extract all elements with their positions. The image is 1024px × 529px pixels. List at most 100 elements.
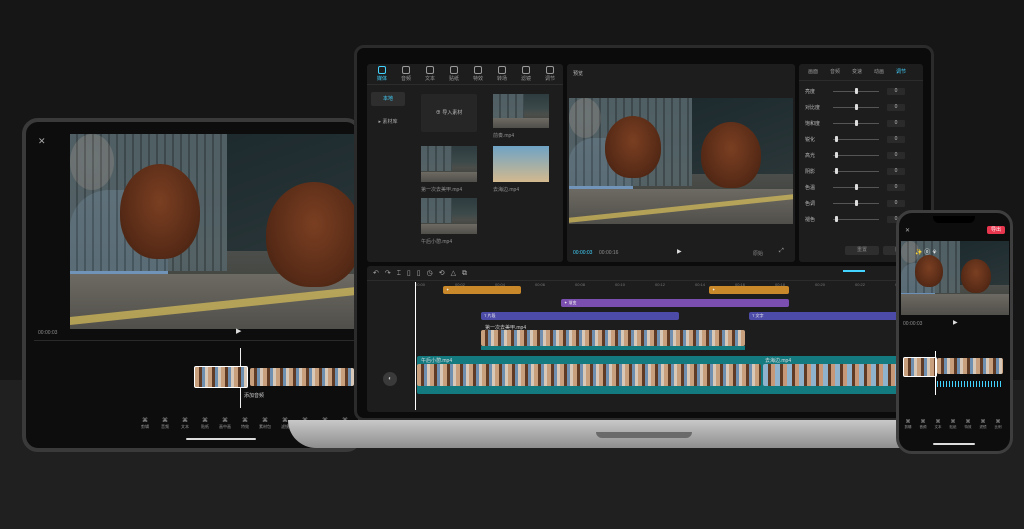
export-button[interactable]: 导出 bbox=[987, 226, 1005, 234]
phone-selected-clip[interactable] bbox=[903, 357, 937, 377]
adjust-label: 褪色 bbox=[805, 217, 816, 223]
adjust-value[interactable]: 0 bbox=[887, 104, 905, 111]
selected-clip[interactable] bbox=[194, 366, 248, 388]
adjust-value[interactable]: 0 bbox=[887, 168, 905, 175]
tab-icon bbox=[546, 66, 554, 74]
media-thumb-4[interactable] bbox=[421, 198, 477, 234]
tool-label: 音频 bbox=[919, 425, 927, 429]
ratio-select[interactable]: 原始 bbox=[753, 250, 763, 257]
slider-knob[interactable] bbox=[855, 184, 858, 190]
cover-icon[interactable]: ◐ bbox=[383, 372, 397, 386]
tab-icon bbox=[402, 66, 410, 74]
adjust-value[interactable]: 0 bbox=[887, 200, 905, 207]
clip-strip[interactable] bbox=[250, 368, 354, 386]
add-audio-label[interactable]: 添加音频 bbox=[244, 392, 264, 399]
slider-knob[interactable] bbox=[855, 200, 858, 206]
phone-tool-5[interactable]: ⌘ 滤镜 bbox=[976, 419, 990, 430]
phone-audio-wave[interactable] bbox=[937, 381, 1003, 387]
slider-knob[interactable] bbox=[855, 120, 858, 126]
slider-knob[interactable] bbox=[835, 216, 838, 222]
tablet-timecode: 00:00:03 bbox=[38, 330, 58, 336]
tab-label: 媒体 bbox=[376, 76, 387, 82]
tool-icon: ⌘ bbox=[222, 418, 228, 424]
adjust-slider[interactable] bbox=[833, 171, 879, 172]
slider-knob[interactable] bbox=[855, 88, 858, 94]
adjust-slider[interactable] bbox=[833, 139, 879, 140]
tab-label: 贴纸 bbox=[448, 76, 459, 82]
tablet-tool-2[interactable]: ⌘ 文本 bbox=[176, 417, 194, 430]
tab-5[interactable]: 转场 bbox=[491, 66, 513, 82]
inspector-tab-2[interactable]: 变速 bbox=[847, 68, 867, 75]
tablet-tool-4[interactable]: ⌘ 画中画 bbox=[216, 417, 234, 430]
adjust-value[interactable]: 0 bbox=[887, 88, 905, 95]
tab-label: 调节 bbox=[544, 76, 555, 82]
tablet-tool-3[interactable]: ⌘ 贴纸 bbox=[196, 417, 214, 430]
slider-knob[interactable] bbox=[835, 168, 838, 174]
phone-tool-4[interactable]: ⌘ 特效 bbox=[961, 419, 975, 430]
adjust-value[interactable]: 0 bbox=[887, 136, 905, 143]
track-text-1[interactable]: T 片段 bbox=[481, 312, 679, 320]
timeline-tools[interactable]: ↶↷⌶▯▯◷⟲△⧉ bbox=[373, 269, 473, 278]
tool-label: 文本 bbox=[934, 425, 942, 429]
timeline-playhead[interactable] bbox=[415, 282, 416, 410]
play-icon[interactable]: ▶ bbox=[677, 248, 682, 255]
media-thumb-3[interactable] bbox=[493, 146, 549, 182]
track-effect-2[interactable]: ✦ 渐变 bbox=[561, 299, 789, 307]
track-text-2[interactable]: T 文字 bbox=[749, 312, 919, 320]
tab-icon bbox=[426, 66, 434, 74]
zoom-slider[interactable] bbox=[843, 270, 865, 272]
play-icon[interactable]: ▶ bbox=[236, 327, 241, 335]
inspector-tab-4[interactable]: 调节 bbox=[891, 68, 911, 75]
phone-tool-2[interactable]: ⌘ 文本 bbox=[931, 419, 945, 430]
tab-label: 特效 bbox=[472, 76, 483, 82]
phone-tool-6[interactable]: ⌘ 比例 bbox=[991, 419, 1005, 430]
phone-clip-strip[interactable] bbox=[937, 358, 1003, 374]
adjust-value[interactable]: 0 bbox=[887, 152, 905, 159]
main-clip-1[interactable] bbox=[417, 364, 761, 386]
phone-playhead[interactable] bbox=[935, 351, 936, 395]
tab-6[interactable]: 滤镜 bbox=[515, 66, 537, 82]
slider-knob[interactable] bbox=[855, 104, 858, 110]
adjust-slider[interactable] bbox=[833, 219, 879, 220]
tab-3[interactable]: 贴纸 bbox=[443, 66, 465, 82]
media-panel: 媒体 音频 文本 贴纸 特效 转场 滤镜 调节 本地 ▸ 素材库 ⊕ 导入素材 前奏.mp4 … bbox=[367, 64, 563, 262]
track-effect-1b[interactable]: ✦ bbox=[709, 286, 789, 294]
time-tick: 00:06 bbox=[535, 282, 546, 287]
phone-tool-3[interactable]: ⌘ 贴纸 bbox=[946, 419, 960, 430]
side-item-local[interactable]: 本地 bbox=[371, 92, 405, 106]
phone-tool-0[interactable]: ⌘ 剪辑 bbox=[901, 419, 915, 430]
fullscreen-icon[interactable]: ⤢ bbox=[779, 248, 784, 255]
adjust-value[interactable]: 0 bbox=[887, 120, 905, 127]
side-item-library[interactable]: ▸ 素材库 bbox=[371, 116, 405, 128]
tablet-tool-1[interactable]: ⌘ 音频 bbox=[156, 417, 174, 430]
adjust-value[interactable]: 0 bbox=[887, 184, 905, 191]
track-overlay-clip[interactable] bbox=[481, 330, 745, 346]
close-icon[interactable]: ✕ bbox=[905, 227, 910, 234]
time-tick: 00:00 bbox=[415, 282, 426, 287]
slider-knob[interactable] bbox=[835, 152, 838, 158]
tab-2[interactable]: 文本 bbox=[419, 66, 441, 82]
tablet-tool-5[interactable]: ⌘ 特效 bbox=[236, 417, 254, 430]
tab-label: 文本 bbox=[424, 76, 435, 82]
slider-knob[interactable] bbox=[835, 136, 838, 142]
play-icon[interactable]: ▶ bbox=[953, 319, 958, 326]
tab-4[interactable]: 特效 bbox=[467, 66, 489, 82]
adjust-slider[interactable] bbox=[833, 155, 879, 156]
import-media-button[interactable]: ⊕ 导入素材 bbox=[421, 94, 477, 132]
phone-timecode: 00:00:03 bbox=[903, 321, 923, 327]
inspector-tab-3[interactable]: 动画 bbox=[869, 68, 889, 75]
phone-notch bbox=[933, 216, 975, 223]
reset-button[interactable]: 重置 bbox=[845, 246, 879, 255]
close-icon[interactable]: ✕ bbox=[38, 136, 46, 147]
media-thumb-2[interactable] bbox=[421, 146, 477, 182]
phone-tool-1[interactable]: ⌘ 音频 bbox=[916, 419, 930, 430]
inspector-tab-1[interactable]: 音频 bbox=[825, 68, 845, 75]
tab-7[interactable]: 调节 bbox=[539, 66, 561, 82]
tablet-tool-6[interactable]: ⌘ 素材包 bbox=[256, 417, 274, 430]
tablet-tool-0[interactable]: ⌘ 剪辑 bbox=[136, 417, 154, 430]
media-thumb-1[interactable] bbox=[493, 94, 549, 128]
track-effect-1[interactable]: ✦ bbox=[443, 286, 521, 294]
tab-0[interactable]: 媒体 bbox=[371, 66, 393, 82]
inspector-tab-0[interactable]: 画面 bbox=[803, 68, 823, 75]
tab-1[interactable]: 音频 bbox=[395, 66, 417, 82]
